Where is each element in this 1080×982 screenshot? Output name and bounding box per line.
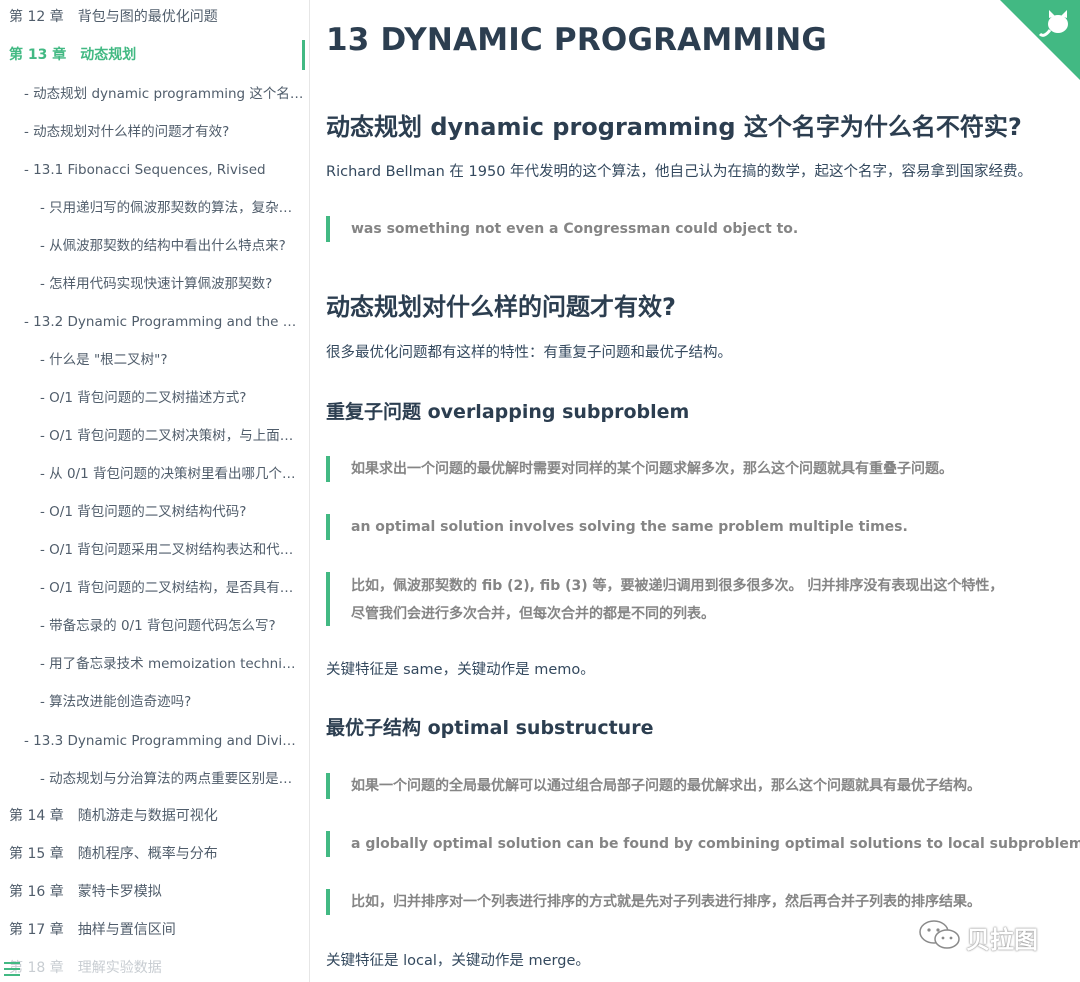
toc-item-fib-complexity[interactable]: - 只用递归写的佩波那契数的算法，复杂度是多少?: [40, 198, 302, 218]
watermark: 贝拉图: [918, 918, 1048, 954]
blockquote: 比如，归并排序对一个列表进行排序的方式就是先对子列表进行排序，然后再合并子列表的…: [326, 889, 1066, 915]
blockquote: 如果求出一个问题的最优解时需要对同样的某个问题求解多次，那么这个问题就具有重叠子…: [326, 456, 1066, 482]
toc-item-knapsack-issues[interactable]: - O/1 背包问题采用二叉树结构表达和代码实现的问题?: [40, 540, 302, 560]
wechat-icon: [919, 920, 960, 949]
toc-item-knapsack-tree-desc[interactable]: - O/1 背包问题的二叉树描述方式?: [40, 388, 302, 408]
quote-text: a globally optimal solution can be found…: [351, 836, 1080, 852]
toc-item-dp-vs-dc[interactable]: - 动态规划与分治算法的两点重要区别是什么?: [40, 769, 302, 789]
toc-item-dp-effective[interactable]: - 动态规划对什么样的问题才有效?: [24, 122, 304, 142]
active-indicator: [302, 40, 305, 70]
toc-item-dp-name[interactable]: - 动态规划 dynamic programming 这个名字为什么名不符实?: [24, 84, 304, 104]
page-title: 13 DYNAMIC PROGRAMMING: [326, 22, 827, 58]
toc-item-13-2[interactable]: - 13.2 Dynamic Programming and the 0/1 K…: [24, 312, 304, 332]
section-heading-dp-name: 动态规划 dynamic programming 这个名字为什么名不符实?: [326, 113, 1022, 141]
toc-item-13-3[interactable]: - 13.3 Dynamic Programming and Divide-an…: [24, 731, 304, 751]
toc-item-memo-code[interactable]: - 带备忘录的 0/1 背包问题代码怎么写?: [40, 616, 302, 636]
toc-item-knapsack-features[interactable]: - 从 0/1 背包问题的决策树里看出哪几个特点?: [40, 464, 302, 484]
subsection-heading-optimal: 最优子结构 optimal substructure: [326, 717, 654, 739]
toc-item-13-1[interactable]: - 13.1 Fibonacci Sequences, Rivised: [24, 160, 304, 180]
toc-item-fib-fast[interactable]: - 怎样用代码实现快速计算佩波那契数?: [40, 274, 302, 294]
quote-text: 如果求出一个问题的最优解时需要对同样的某个问题求解多次，那么这个问题就具有重叠子…: [351, 461, 953, 477]
toc-item-algo-miracle[interactable]: - 算法改进能创造奇迹吗?: [40, 692, 302, 712]
github-corner-icon[interactable]: [1000, 0, 1080, 80]
quote-text: was something not even a Congressman cou…: [351, 221, 799, 237]
toc-chapter-12[interactable]: 第 12 章 背包与图的最优化问题: [9, 7, 309, 27]
section-paragraph: 很多最优化问题都有这样的特性：有重复子问题和最优子结构。: [326, 345, 732, 361]
toc-chapter-17[interactable]: 第 17 章 抽样与置信区间: [9, 920, 309, 940]
section-paragraph: Richard Bellman 在 1950 年代发明的这个算法，他自己认为在搞…: [326, 164, 1033, 180]
toc-item-knapsack-code[interactable]: - O/1 背包问题的二叉树结构代码?: [40, 502, 302, 522]
quote-text: 尽管我们会进行多次合并，但每次合并的都是不同的列表。: [351, 606, 715, 622]
toc-chapter-14[interactable]: 第 14 章 随机游走与数据可视化: [9, 806, 309, 826]
blockquote: 比如，佩波那契数的 fib (2), fib (3) 等，要被递归调用到很多很多…: [326, 572, 1066, 626]
blockquote: was something not even a Congressman cou…: [326, 216, 1066, 242]
quote-text: an optimal solution involves solving the…: [351, 519, 908, 535]
blockquote: an optimal solution involves solving the…: [326, 514, 1066, 540]
watermark-text: 贝拉图: [966, 926, 1038, 954]
key-point-text: 关键特征是 local，关键动作是 merge。: [326, 953, 590, 969]
hamburger-menu-icon[interactable]: [4, 962, 22, 978]
toc-item-knapsack-dp-traits[interactable]: - O/1 背包问题的二叉树结构，是否具有动态规划的特点?: [40, 578, 302, 598]
sidebar-toc: 第 12 章 背包与图的最优化问题 第 13 章 动态规划 - 动态规划 dyn…: [0, 0, 310, 982]
toc-chapter-18[interactable]: 第 18 章 理解实验数据: [9, 958, 309, 978]
subsection-heading-overlapping: 重复子问题 overlapping subproblem: [326, 401, 690, 423]
quote-text: 比如，归并排序对一个列表进行排序的方式就是先对子列表进行排序，然后再合并子列表的…: [351, 894, 981, 910]
toc-chapter-15[interactable]: 第 15 章 随机程序、概率与分布: [9, 844, 309, 864]
toc-item-fib-structure[interactable]: - 从佩波那契数的结构中看出什么特点来?: [40, 236, 302, 256]
toc-item-memo-effect[interactable]: - 用了备忘录技术 memoization technique 之后的效果?: [40, 654, 302, 674]
article-content: 13 DYNAMIC PROGRAMMING 动态规划 dynamic prog…: [326, 0, 1080, 982]
quote-text: 比如，佩波那契数的 fib (2), fib (3) 等，要被递归调用到很多很多…: [351, 578, 1004, 594]
key-point-text: 关键特征是 same，关键动作是 memo。: [326, 662, 595, 678]
quote-text: 如果一个问题的全局最优解可以通过组合局部子问题的最优解求出，那么这个问题就具有最…: [351, 778, 981, 794]
blockquote: a globally optimal solution can be found…: [326, 831, 1080, 857]
toc-chapter-16[interactable]: 第 16 章 蒙特卡罗模拟: [9, 882, 309, 902]
blockquote: 如果一个问题的全局最优解可以通过组合局部子问题的最优解求出，那么这个问题就具有最…: [326, 773, 1066, 799]
section-heading-dp-effective: 动态规划对什么样的问题才有效?: [326, 293, 676, 321]
toc-chapter-13[interactable]: 第 13 章 动态规划: [9, 45, 309, 65]
toc-item-rooted-tree[interactable]: - 什么是 "根二叉树"?: [40, 350, 302, 370]
toc-item-knapsack-decision-tree[interactable]: - O/1 背包问题的二叉树决策树，与上面的有什么区别?: [40, 426, 302, 446]
